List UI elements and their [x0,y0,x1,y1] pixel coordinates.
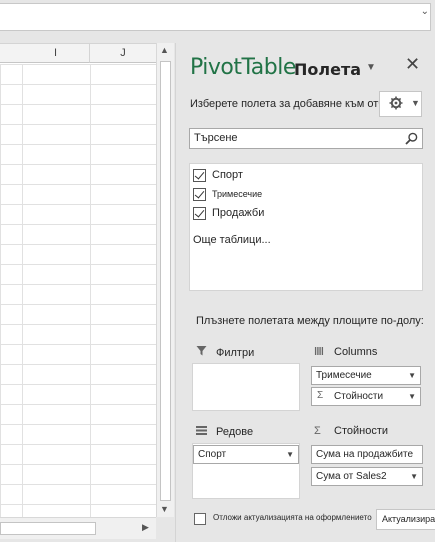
scroll-right-icon[interactable]: ▶ [142,522,149,533]
rows-drop-area[interactable]: Спорт ▼ [192,443,300,499]
gear-icon [389,96,403,110]
field-label: Продажби [212,207,265,219]
rows-area-title: Редове [196,426,253,438]
search-input[interactable] [194,132,394,144]
chevron-down-icon: ▼ [408,371,416,380]
values-area-title: Σ Стойности [314,425,388,437]
sigma-icon: Σ [314,425,321,437]
update-button[interactable]: Актуализирай [376,509,435,530]
field-checkbox[interactable] [193,188,206,201]
formula-input[interactable] [0,3,431,31]
cell-grid[interactable] [0,64,156,517]
field-label: Тримесечие [212,189,263,199]
formula-bar-area: ⌄ [0,0,435,37]
columns-pill-values[interactable]: Σ Стойности ▼ [311,387,421,406]
vertical-scrollbar[interactable]: ▲ ▼ [156,43,174,517]
panel-subtitle: Полета [294,60,362,79]
values-pill-sum-sales[interactable]: Сума на продажбите [311,445,423,464]
filters-area-title: Филтри [196,345,254,359]
close-icon[interactable]: ✕ [405,54,420,75]
field-label: Спорт [212,169,243,181]
values-drop-area[interactable]: Сума на продажбите Сума от Sales2 ▼ [311,443,423,499]
vertical-scroll-thumb[interactable] [160,61,171,501]
column-header-i[interactable]: I [22,44,90,63]
tools-button[interactable]: ▼ [379,91,422,117]
gridline [22,64,23,517]
chevron-down-icon: ▼ [411,98,420,108]
rows-pill-sport[interactable]: Спорт ▼ [193,445,299,464]
scroll-down-icon[interactable]: ▼ [160,504,169,514]
horizontal-scrollbar[interactable]: ▶ [0,517,156,539]
columns-pill-quarter[interactable]: Тримесечие ▼ [311,366,421,385]
gridline [90,64,91,517]
columns-area-title: ‖‖ Columns [314,346,378,358]
chevron-down-icon: ▼ [410,472,418,481]
defer-update-checkbox[interactable] [194,513,206,525]
panel-menu-icon[interactable]: ▼ [366,62,376,73]
pivot-fields-panel: PivotTable Полета ▼ ✕ Изберете полета за… [175,43,435,542]
chevron-down-icon: ▼ [286,450,294,459]
rows-icon [196,426,210,438]
scroll-up-icon[interactable]: ▲ [160,45,169,55]
filter-icon [196,345,210,359]
horizontal-scroll-thumb[interactable] [0,522,96,535]
column-header-j[interactable]: J [90,44,156,63]
choose-fields-label: Изберете полета за добавяне към отчета: [190,98,404,110]
search-field[interactable] [189,128,423,149]
sigma-icon: Σ [317,390,324,401]
field-checkbox[interactable] [193,169,206,182]
panel-title: PivotTable [190,55,296,80]
values-pill-sum-sales2[interactable]: Сума от Sales2 ▼ [311,467,423,486]
worksheet-grid[interactable]: I J [0,43,156,517]
columns-drop-area[interactable]: Тримесечие ▼ Σ Стойности ▼ [311,363,423,411]
areas-hint: Плъзнете полетата между площите по-долу: [196,315,424,327]
chevron-down-icon[interactable]: ⌄ [421,6,429,17]
defer-update-label: Отложи актуализацията на оформлението [213,513,372,522]
filters-drop-area[interactable] [192,363,300,411]
columns-icon: ‖‖ [314,346,324,358]
field-checkbox[interactable] [193,207,206,220]
field-list: Спорт Тримесечие Продажби Още таблици... [189,163,423,291]
chevron-down-icon: ▼ [408,392,416,401]
more-tables-link[interactable]: Още таблици... [193,234,271,246]
search-icon[interactable] [405,132,418,145]
